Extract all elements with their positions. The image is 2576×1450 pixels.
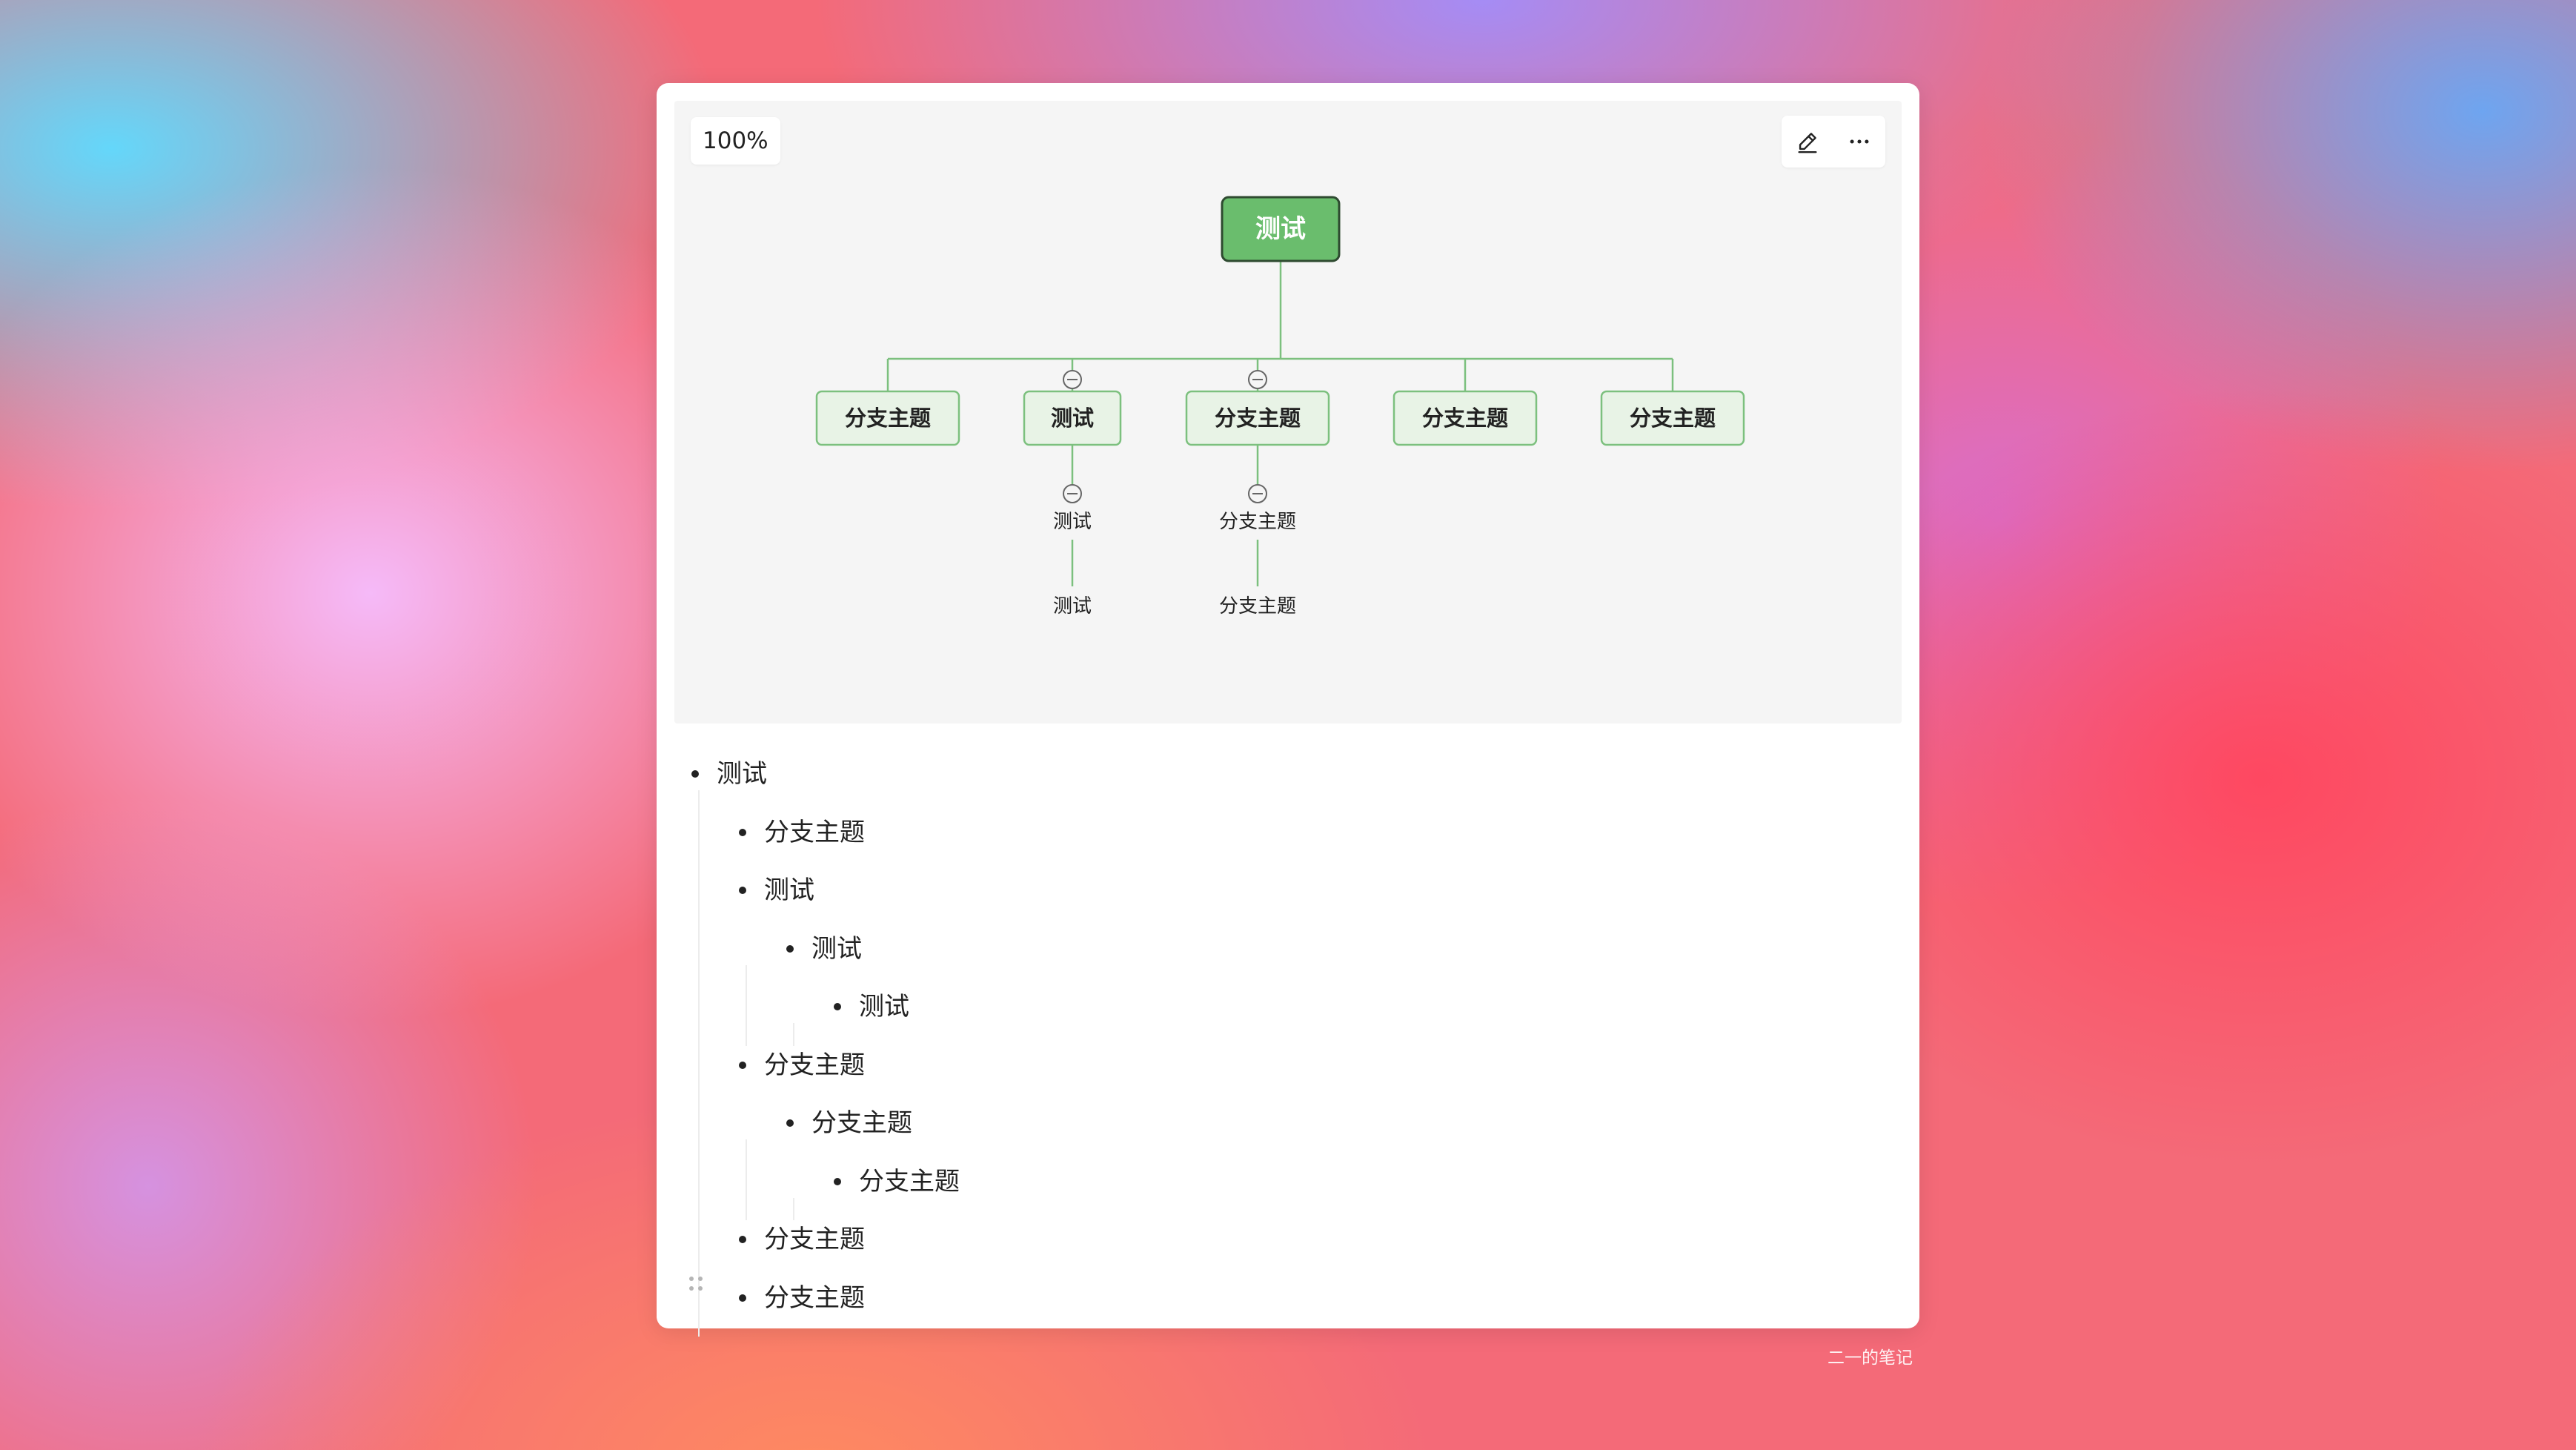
outline-bullet[interactable] (739, 887, 746, 894)
outline-item[interactable]: 测试 (717, 759, 767, 789)
outline-bullet[interactable] (739, 1294, 746, 1302)
outline-bullet[interactable] (739, 1236, 746, 1243)
outline-bullet[interactable] (739, 828, 746, 836)
watermark: 二一的笔记 (1828, 1348, 1913, 1368)
outline-guide-line (698, 790, 700, 1337)
drag-handle-icon[interactable] (686, 1273, 707, 1295)
outline-bullet[interactable] (786, 1119, 794, 1127)
outline-item[interactable]: 分支主题 (764, 818, 865, 847)
outline-item[interactable]: 测试 (764, 875, 814, 905)
outline-bullet[interactable] (834, 1003, 841, 1010)
outline-item[interactable]: 测试 (859, 992, 909, 1022)
outline-bullet[interactable] (834, 1177, 841, 1185)
outline-guide-line (746, 1139, 747, 1220)
outline-bullet[interactable] (739, 1061, 746, 1069)
outline-list: 测试 分支主题 测试 测试 测试 分支主题 分支主题 分支主题 分支主题 分支主题 (657, 83, 1919, 1337)
outline-guide-line (793, 1197, 794, 1220)
outline-item[interactable]: 分支主题 (764, 1283, 865, 1313)
outline-guide-line (793, 1023, 794, 1046)
mindmap-card: 测试 分支主题 测试 测试 测试 分支主题 分支主题 分支主题 分支主题 分支主题 100% 测试… (657, 83, 1919, 1337)
outline-item[interactable]: 分支主题 (859, 1167, 960, 1196)
outline-bullet[interactable] (691, 770, 699, 778)
outline-item[interactable]: 测试 (811, 934, 862, 964)
outline-item[interactable]: 分支主题 (811, 1108, 912, 1138)
outline-item[interactable]: 分支主题 (764, 1225, 865, 1254)
outline-bullet[interactable] (786, 944, 794, 953)
outline-item[interactable]: 分支主题 (764, 1050, 865, 1080)
outline-guide-line (746, 964, 747, 1046)
